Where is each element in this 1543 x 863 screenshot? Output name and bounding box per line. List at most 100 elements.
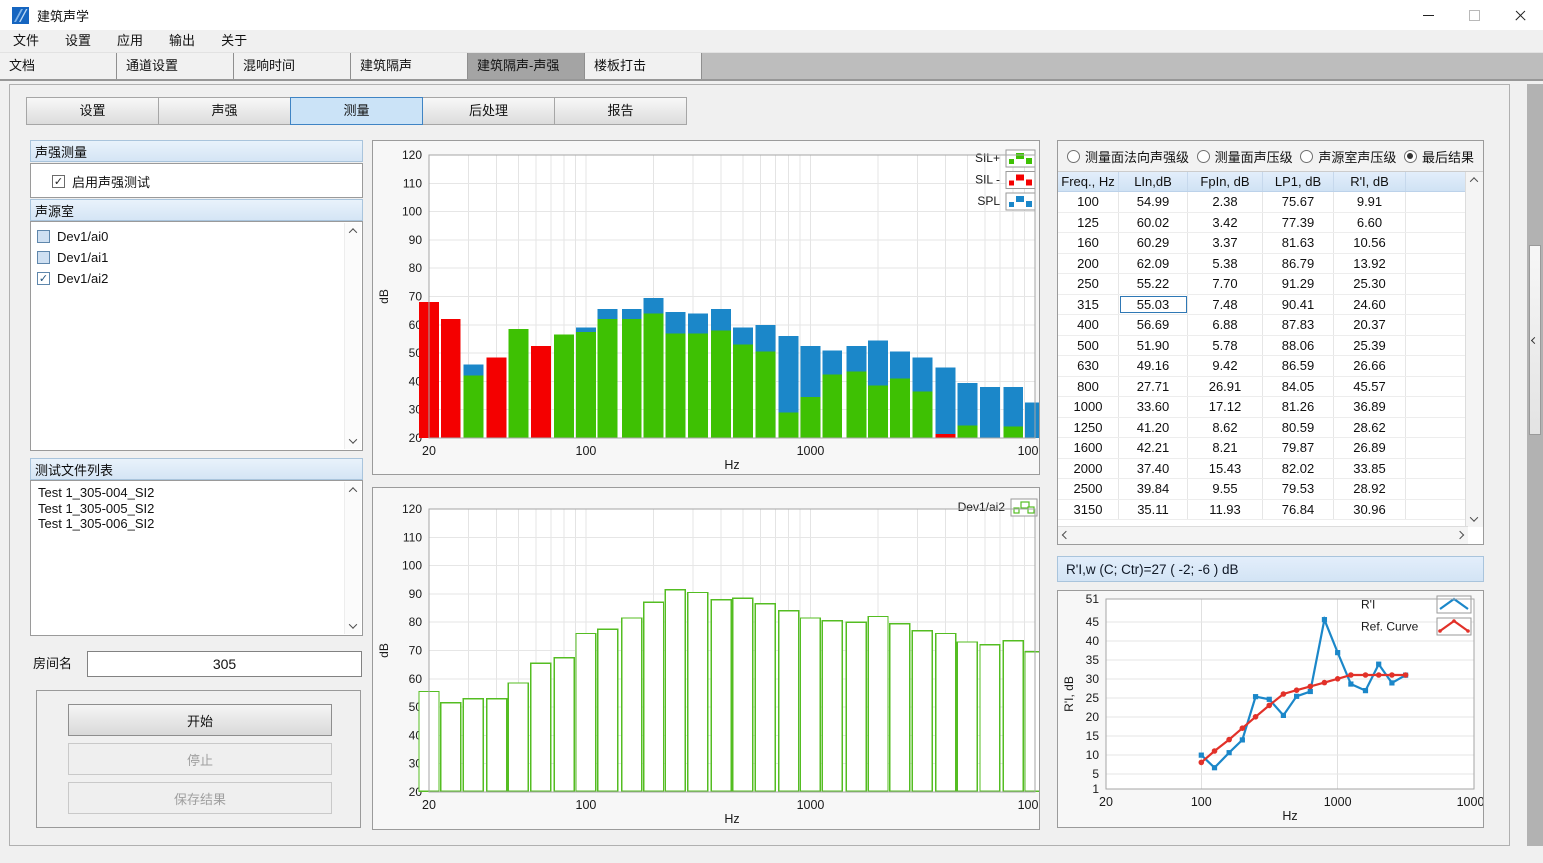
table-cell[interactable]: 81.26 bbox=[1263, 397, 1334, 417]
table-cell[interactable]: 60.29 bbox=[1119, 233, 1188, 253]
table-cell[interactable]: 17.12 bbox=[1188, 397, 1263, 417]
channel-item-Dev1/ai0[interactable]: Dev1/ai0 bbox=[37, 227, 362, 246]
table-cell[interactable]: 5.38 bbox=[1188, 254, 1263, 274]
list-item[interactable]: Test 1_305-006_SI2 bbox=[31, 516, 362, 532]
scroll-right-icon[interactable] bbox=[1452, 527, 1468, 543]
table-cell[interactable]: 20.37 bbox=[1334, 315, 1406, 335]
table-cell[interactable]: 9.91 bbox=[1334, 192, 1406, 212]
table-cell[interactable]: 2.38 bbox=[1188, 192, 1263, 212]
close-icon[interactable] bbox=[1497, 0, 1543, 30]
subtab-报告[interactable]: 报告 bbox=[554, 97, 687, 125]
table-cell[interactable] bbox=[1406, 274, 1468, 294]
table-cell[interactable]: 33.85 bbox=[1334, 459, 1406, 479]
scroll-down-icon[interactable] bbox=[345, 618, 361, 634]
table-cell[interactable]: 1600 bbox=[1058, 438, 1119, 458]
scroll-up-icon[interactable] bbox=[345, 482, 361, 498]
table-cell[interactable]: 9.42 bbox=[1188, 356, 1263, 376]
table-cell[interactable]: 5.78 bbox=[1188, 336, 1263, 356]
table-cell[interactable]: 125 bbox=[1058, 213, 1119, 233]
radio-icon[interactable] bbox=[1067, 150, 1080, 163]
subtab-声强[interactable]: 声强 bbox=[158, 97, 291, 125]
table-cell[interactable]: 500 bbox=[1058, 336, 1119, 356]
table-cell[interactable]: 62.09 bbox=[1119, 254, 1188, 274]
table-cell[interactable]: 82.02 bbox=[1263, 459, 1334, 479]
table-cell[interactable]: 91.29 bbox=[1263, 274, 1334, 294]
table-cell[interactable] bbox=[1406, 336, 1468, 356]
table-cell[interactable]: 26.91 bbox=[1188, 377, 1263, 397]
table-cell[interactable]: 86.59 bbox=[1263, 356, 1334, 376]
table-cell[interactable]: 15.43 bbox=[1188, 459, 1263, 479]
table-cell[interactable]: 27.71 bbox=[1119, 377, 1188, 397]
tab-建筑隔声[interactable]: 建筑隔声 bbox=[351, 53, 468, 79]
scroll-down-icon[interactable] bbox=[345, 433, 361, 449]
save-results-button[interactable]: 保存结果 bbox=[68, 782, 332, 814]
table-horizontal-scrollbar[interactable] bbox=[1058, 526, 1468, 544]
table-cell[interactable]: 28.92 bbox=[1334, 479, 1406, 499]
checkbox-icon[interactable]: ✓ bbox=[37, 272, 50, 285]
table-cell[interactable]: 76.84 bbox=[1263, 500, 1334, 520]
table-cell[interactable]: 56.69 bbox=[1119, 315, 1188, 335]
table-cell[interactable]: 30.96 bbox=[1334, 500, 1406, 520]
table-cell[interactable]: 24.60 bbox=[1334, 295, 1406, 315]
table-cell[interactable]: 25.30 bbox=[1334, 274, 1406, 294]
source-list-scrollbar[interactable] bbox=[344, 223, 361, 449]
radio-icon[interactable] bbox=[1404, 150, 1417, 163]
table-cell[interactable]: 75.67 bbox=[1263, 192, 1334, 212]
table-cell[interactable]: 400 bbox=[1058, 315, 1119, 335]
start-button[interactable]: 开始 bbox=[68, 704, 332, 736]
table-cell[interactable]: 1000 bbox=[1058, 397, 1119, 417]
table-cell[interactable]: 630 bbox=[1058, 356, 1119, 376]
table-cell[interactable]: 8.62 bbox=[1188, 418, 1263, 438]
table-cell[interactable]: 6.88 bbox=[1188, 315, 1263, 335]
checkbox-icon[interactable]: ✓ bbox=[52, 175, 65, 188]
table-cell[interactable]: 55.22 bbox=[1119, 274, 1188, 294]
scroll-left-icon[interactable] bbox=[1058, 527, 1074, 543]
table-cell[interactable]: 3150 bbox=[1058, 500, 1119, 520]
table-cell[interactable]: 42.21 bbox=[1119, 438, 1188, 458]
table-cell[interactable]: 26.89 bbox=[1334, 438, 1406, 458]
file-list-scrollbar[interactable] bbox=[344, 482, 361, 634]
table-cell[interactable]: 37.40 bbox=[1119, 459, 1188, 479]
table-cell[interactable]: 86.79 bbox=[1263, 254, 1334, 274]
table-cell[interactable]: 13.92 bbox=[1334, 254, 1406, 274]
table-cell[interactable]: 84.05 bbox=[1263, 377, 1334, 397]
table-cell[interactable] bbox=[1406, 397, 1468, 417]
tab-混响时间[interactable]: 混响时间 bbox=[234, 53, 351, 79]
table-cell[interactable]: 41.20 bbox=[1119, 418, 1188, 438]
radio-测量面声压级[interactable]: 测量面声压级 bbox=[1197, 147, 1293, 166]
table-cell[interactable]: 2500 bbox=[1058, 479, 1119, 499]
table-cell[interactable]: 26.66 bbox=[1334, 356, 1406, 376]
table-cell[interactable]: 11.93 bbox=[1188, 500, 1263, 520]
table-cell[interactable]: 49.16 bbox=[1119, 356, 1188, 376]
table-cell[interactable]: 88.06 bbox=[1263, 336, 1334, 356]
scroll-down-icon[interactable] bbox=[1466, 511, 1482, 527]
table-cell[interactable] bbox=[1406, 295, 1468, 315]
table-cell[interactable]: 7.48 bbox=[1188, 295, 1263, 315]
subtab-后处理[interactable]: 后处理 bbox=[422, 97, 555, 125]
checkbox-icon[interactable] bbox=[37, 251, 50, 264]
tab-建筑隔声-声强[interactable]: 建筑隔声-声强 bbox=[468, 53, 585, 79]
table-cell[interactable] bbox=[1406, 356, 1468, 376]
menu-item-应用[interactable]: 应用 bbox=[104, 30, 156, 52]
table-cell[interactable]: 8.21 bbox=[1188, 438, 1263, 458]
tab-通道设置[interactable]: 通道设置 bbox=[117, 53, 234, 79]
radio-最后结果[interactable]: 最后结果 bbox=[1404, 147, 1474, 166]
menu-item-文件[interactable]: 文件 bbox=[0, 30, 52, 52]
radio-测量面法向声强级[interactable]: 测量面法向声强级 bbox=[1067, 147, 1189, 166]
subtab-测量[interactable]: 测量 bbox=[290, 97, 423, 125]
table-cell[interactable]: 100 bbox=[1058, 192, 1119, 212]
room-name-input[interactable] bbox=[87, 651, 362, 677]
table-cell[interactable] bbox=[1406, 213, 1468, 233]
table-cell[interactable]: 315 bbox=[1058, 295, 1119, 315]
table-cell[interactable]: 36.89 bbox=[1334, 397, 1406, 417]
channel-item-Dev1/ai2[interactable]: ✓Dev1/ai2 bbox=[37, 269, 362, 288]
list-item[interactable]: Test 1_305-005_SI2 bbox=[31, 501, 362, 517]
table-cell[interactable] bbox=[1406, 479, 1468, 499]
table-cell[interactable]: 79.87 bbox=[1263, 438, 1334, 458]
table-cell[interactable]: 3.42 bbox=[1188, 213, 1263, 233]
table-cell[interactable]: 160 bbox=[1058, 233, 1119, 253]
radio-icon[interactable] bbox=[1197, 150, 1210, 163]
table-cell[interactable]: 45.57 bbox=[1334, 377, 1406, 397]
table-cell[interactable]: 39.84 bbox=[1119, 479, 1188, 499]
scroll-up-icon[interactable] bbox=[345, 223, 361, 239]
